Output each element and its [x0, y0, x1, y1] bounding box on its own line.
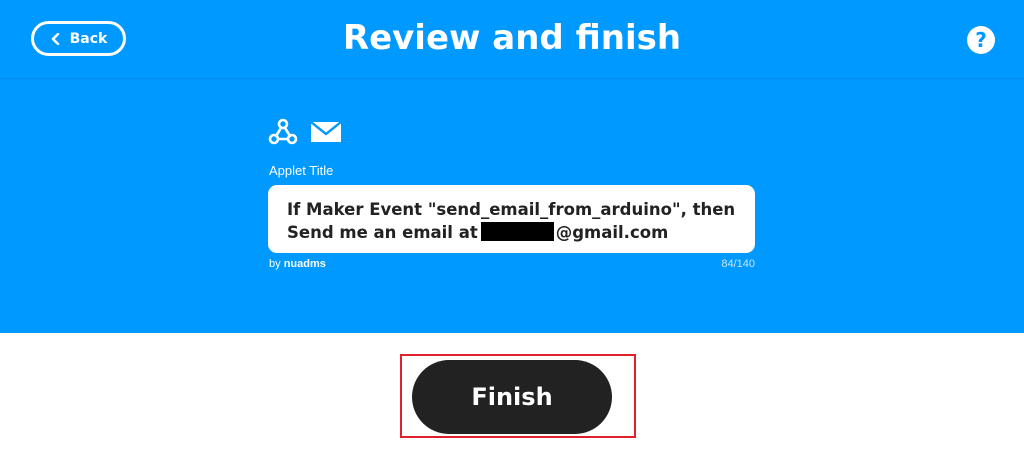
- page-title: Review and finish: [342, 18, 682, 58]
- applet-title-line-2-suffix: @gmail.com: [555, 223, 669, 242]
- email-icon: [310, 121, 342, 143]
- byline-prefix: by: [269, 258, 281, 270]
- finish-button[interactable]: Finish: [412, 360, 612, 434]
- author-name: nuadms: [283, 258, 326, 270]
- applet-title-label: Applet Title: [269, 163, 334, 178]
- webhooks-icon: [268, 117, 298, 147]
- applet-title-line-1: If Maker Event "send_email_from_arduino"…: [287, 200, 736, 219]
- redacted-block: [480, 222, 554, 241]
- header-bar: Back Review and finish ?: [0, 0, 1024, 79]
- applet-title-line-2-prefix: Send me an email at: [287, 223, 478, 242]
- author-byline: by nuadms: [269, 258, 326, 270]
- character-counter: 84/140: [721, 258, 755, 270]
- service-icons: [268, 117, 342, 147]
- help-icon[interactable]: ?: [967, 26, 995, 54]
- applet-title-field[interactable]: If Maker Event "send_email_from_arduino"…: [268, 185, 755, 253]
- applet-title-line-2: Send me an email at @gmail.com: [287, 221, 736, 244]
